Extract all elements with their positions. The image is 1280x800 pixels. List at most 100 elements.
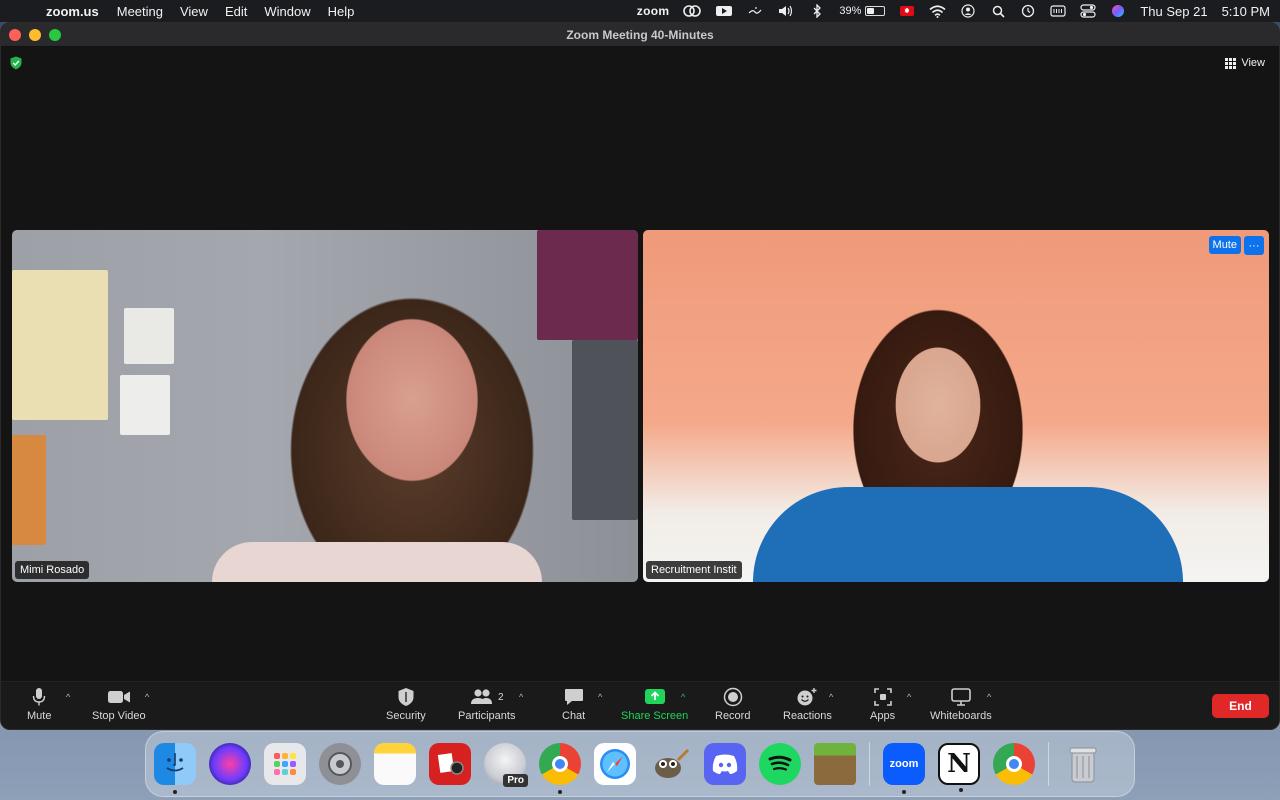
menu-help[interactable]: Help [328, 4, 355, 19]
spotlight-search-icon[interactable] [990, 3, 1006, 19]
screen-record-icon[interactable] [715, 3, 733, 19]
system-settings-app-icon[interactable] [319, 743, 361, 785]
apps-options-chevron-icon[interactable]: ^ [907, 692, 911, 702]
turkish-flag-icon[interactable] [899, 3, 915, 19]
wifi-icon[interactable] [929, 3, 946, 19]
whiteboards-options-chevron-icon[interactable]: ^ [987, 692, 991, 702]
share-options-chevron-icon[interactable]: ^ [681, 692, 685, 702]
security-shield-icon [397, 686, 415, 708]
keyboard-viewer-icon[interactable] [1050, 3, 1066, 19]
audio-options-chevron-icon[interactable]: ^ [66, 692, 70, 702]
minimize-window-button[interactable] [29, 28, 41, 41]
mute-label: Mute [27, 710, 52, 722]
record-button[interactable]: Record [715, 686, 750, 722]
menu-app-name[interactable]: zoom.us [46, 4, 99, 19]
reactions-options-chevron-icon[interactable]: ^ [829, 692, 833, 702]
fullscreen-window-button[interactable] [49, 28, 61, 41]
finder-app-icon[interactable] [154, 743, 196, 794]
notion-app-icon[interactable]: N [938, 743, 980, 792]
participant-shirt [212, 542, 542, 582]
pro-badge: Pro [503, 774, 528, 787]
reactions-smiley-icon [796, 686, 818, 708]
zoom-dock-label: zoom [889, 758, 919, 770]
time-machine-icon[interactable] [1020, 3, 1036, 19]
battery-percent: 39% [839, 5, 862, 17]
whiteboards-button[interactable]: Whiteboards [930, 686, 992, 722]
dock-separator [869, 742, 870, 786]
participants-label: Participants [458, 710, 516, 722]
participant-more-options-button[interactable]: ··· [1244, 236, 1264, 255]
menubar-time[interactable]: 5:10 PM [1222, 4, 1270, 19]
record-icon [723, 686, 743, 708]
battery-status[interactable]: 39% [839, 5, 886, 17]
user-account-icon[interactable] [960, 3, 976, 19]
chrome-app-icon[interactable] [539, 743, 581, 794]
zoom-status-menu[interactable]: zoom [637, 4, 670, 18]
apps-icon [873, 686, 893, 708]
chat-button[interactable]: Chat [562, 686, 585, 722]
google-earth-pro-app-icon[interactable]: Pro [484, 743, 528, 787]
photo-booth-app-icon[interactable] [429, 743, 471, 785]
trash-app-icon[interactable] [1062, 743, 1104, 785]
video-tile-recruitment-instit[interactable]: Mute ··· Recruitment Instit [643, 230, 1269, 582]
notion-dock-label: N [947, 749, 971, 779]
minecraft-app-icon[interactable] [814, 743, 856, 785]
stop-video-label: Stop Video [92, 710, 146, 722]
view-layout-button[interactable]: View [1221, 53, 1269, 73]
volume-icon[interactable] [777, 3, 795, 19]
microphone-icon [31, 686, 47, 708]
grid-view-icon [1225, 57, 1237, 69]
menu-bar: zoom.us Meeting View Edit Window Help zo… [0, 0, 1280, 22]
wall-poster [12, 435, 46, 545]
whiteboards-label: Whiteboards [930, 710, 992, 722]
menu-window[interactable]: Window [264, 4, 310, 19]
control-center-icon[interactable] [1080, 3, 1096, 19]
security-button[interactable]: Security [386, 686, 426, 722]
launchpad-app-icon[interactable] [264, 743, 306, 785]
participant-name-tag: Mimi Rosado [15, 561, 90, 579]
zoom-meeting-window: Zoom Meeting 40-Minutes View Mimi Rosado… [0, 22, 1280, 730]
discord-app-icon[interactable] [704, 743, 746, 785]
meeting-controls-toolbar: Mute ^ Stop Video ^ Security 2 Participa… [1, 681, 1279, 729]
participant-name-tag: Recruitment Instit [646, 561, 742, 579]
video-camera-icon [107, 686, 131, 708]
zoom-app-icon[interactable]: zoom [883, 743, 925, 794]
menubar-date[interactable]: Thu Sep 21 [1140, 4, 1207, 19]
close-window-button[interactable] [9, 28, 21, 41]
apps-button[interactable]: Apps [870, 686, 895, 722]
view-label: View [1241, 57, 1265, 69]
mute-button[interactable]: Mute [27, 686, 51, 722]
notes-app-icon[interactable] [374, 743, 416, 785]
keyboard-layout-icon[interactable] [747, 3, 763, 19]
creative-cloud-icon[interactable] [683, 3, 702, 19]
apps-label: Apps [870, 710, 896, 722]
video-options-chevron-icon[interactable]: ^ [145, 692, 149, 702]
menu-view[interactable]: View [180, 4, 208, 19]
video-tile-mimi-rosado[interactable]: Mimi Rosado [12, 230, 638, 582]
bluetooth-icon[interactable] [809, 3, 825, 19]
siri-app-icon[interactable] [209, 743, 251, 785]
dock-separator [1048, 742, 1049, 786]
siri-icon[interactable] [1110, 3, 1126, 19]
share-screen-icon [644, 686, 666, 708]
participant-mute-button[interactable]: Mute [1208, 236, 1241, 254]
chrome-window-app-icon[interactable] [993, 743, 1035, 785]
stop-video-button[interactable]: Stop Video [92, 686, 146, 722]
macos-dock: Pro zoom N [145, 731, 1135, 797]
spotify-app-icon[interactable] [759, 743, 801, 785]
chat-label: Chat [562, 710, 586, 722]
participants-button[interactable]: 2 Participants [458, 686, 515, 722]
participant-shirt [753, 487, 1183, 582]
menu-meeting[interactable]: Meeting [117, 4, 163, 19]
gimp-app-icon[interactable] [649, 743, 691, 785]
battery-icon [865, 6, 886, 16]
share-screen-button[interactable]: Share Screen [621, 686, 688, 722]
chat-options-chevron-icon[interactable]: ^ [598, 692, 602, 702]
end-meeting-button[interactable]: End [1212, 694, 1269, 718]
reactions-button[interactable]: Reactions [783, 686, 832, 722]
participants-options-chevron-icon[interactable]: ^ [519, 692, 523, 702]
menu-edit[interactable]: Edit [225, 4, 247, 19]
safari-app-icon[interactable] [594, 743, 636, 785]
window-titlebar[interactable]: Zoom Meeting 40-Minutes [1, 23, 1279, 47]
encryption-shield-icon[interactable] [10, 56, 22, 70]
